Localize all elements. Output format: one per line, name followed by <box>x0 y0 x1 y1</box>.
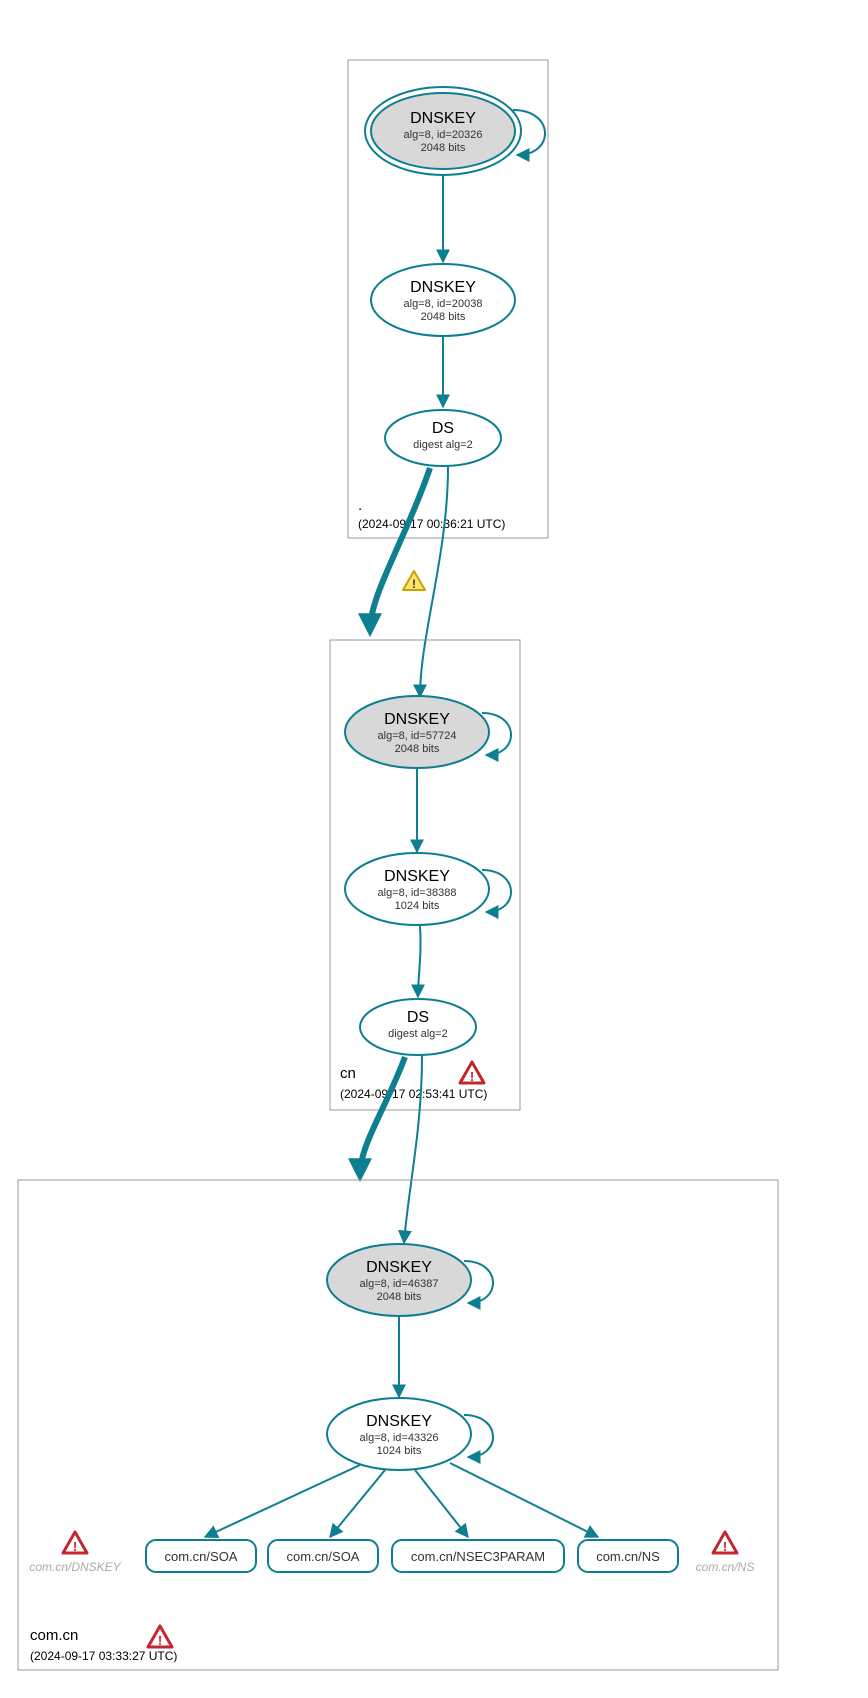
comcn-dnskey-zsk: DNSKEY alg=8, id=43326 1024 bits <box>327 1398 471 1470</box>
text: DS <box>407 1009 429 1026</box>
text: com.cn/NSEC3PARAM <box>411 1549 545 1564</box>
zone-root: DNSKEY alg=8, id=20326 2048 bits DNSKEY … <box>348 60 548 538</box>
text: com.cn/SOA <box>287 1549 360 1564</box>
text: alg=8, id=46387 <box>360 1278 439 1290</box>
rr-soa-1: com.cn/SOA <box>146 1540 256 1572</box>
text: 1024 bits <box>377 1445 422 1457</box>
text: DNSKEY <box>366 1259 432 1276</box>
text: digest alg=2 <box>388 1028 448 1040</box>
error-icon <box>713 1532 737 1554</box>
text: 2048 bits <box>421 142 466 154</box>
text: 2048 bits <box>421 311 466 323</box>
text: 2048 bits <box>377 1291 422 1303</box>
error-icon <box>148 1626 172 1648</box>
text: DNSKEY <box>384 711 450 728</box>
warning-icon <box>403 571 425 591</box>
zone-cn: DNSKEY alg=8, id=57724 2048 bits DNSKEY … <box>330 640 520 1110</box>
text: alg=8, id=43326 <box>360 1432 439 1444</box>
faded-rr: com.cn/NS <box>696 1560 755 1574</box>
rr-soa-2: com.cn/SOA <box>268 1540 378 1572</box>
text: alg=8, id=20038 <box>404 298 483 310</box>
zone-label: cn <box>340 1065 356 1082</box>
text: 2048 bits <box>395 743 440 755</box>
text: DNSKEY <box>384 868 450 885</box>
cn-dnskey-ksk: DNSKEY alg=8, id=57724 2048 bits <box>345 696 489 768</box>
error-icon <box>460 1062 484 1084</box>
text: digest alg=2 <box>413 439 473 451</box>
zone-comcn: DNSKEY alg=8, id=46387 2048 bits DNSKEY … <box>18 1180 778 1670</box>
comcn-dnskey-ksk: DNSKEY alg=8, id=46387 2048 bits <box>327 1244 471 1316</box>
zone-label: . <box>358 497 362 514</box>
root-ds: DS digest alg=2 <box>385 410 501 466</box>
text: DNSKEY <box>410 279 476 296</box>
dnssec-graph: ! ! DNSKEY alg=8, id=20326 2048 bits DNS… <box>0 0 868 1698</box>
error-icon <box>63 1532 87 1554</box>
text: DNSKEY <box>366 1413 432 1430</box>
rr-nsec3param: com.cn/NSEC3PARAM <box>392 1540 564 1572</box>
text: alg=8, id=20326 <box>404 129 483 141</box>
cn-dnskey-zsk: DNSKEY alg=8, id=38388 1024 bits <box>345 853 489 925</box>
zone-timestamp: (2024-09-17 00:36:21 UTC) <box>358 517 505 531</box>
text: com.cn/NS <box>596 1549 660 1564</box>
zone-label: com.cn <box>30 1627 78 1644</box>
text: com.cn/SOA <box>165 1549 238 1564</box>
zone-timestamp: (2024-09-17 02:53:41 UTC) <box>340 1087 487 1101</box>
faded-rr: com.cn/DNSKEY <box>29 1560 121 1574</box>
zone-timestamp: (2024-09-17 03:33:27 UTC) <box>30 1649 177 1663</box>
text: DNSKEY <box>410 110 476 127</box>
cn-ds: DS digest alg=2 <box>360 999 476 1055</box>
rr-ns: com.cn/NS <box>578 1540 678 1572</box>
root-dnskey-ksk: DNSKEY alg=8, id=20326 2048 bits <box>365 87 521 175</box>
text: alg=8, id=38388 <box>378 887 457 899</box>
text: DS <box>432 420 454 437</box>
root-dnskey-zsk: DNSKEY alg=8, id=20038 2048 bits <box>371 264 515 336</box>
text: 1024 bits <box>395 900 440 912</box>
text: alg=8, id=57724 <box>378 730 457 742</box>
